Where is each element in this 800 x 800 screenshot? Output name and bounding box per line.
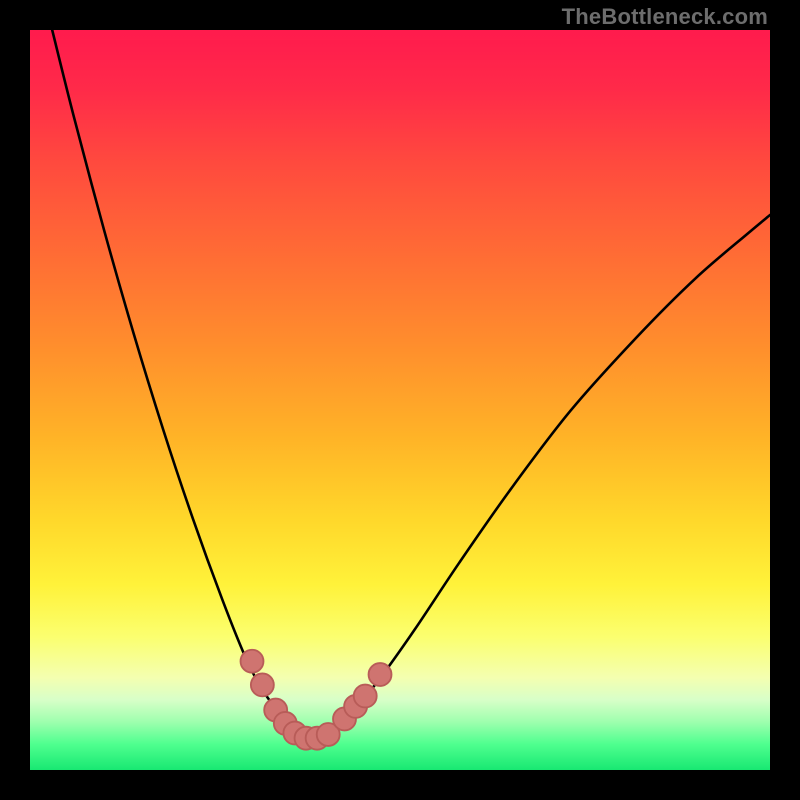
marker-dot — [369, 663, 392, 686]
plot-area — [30, 30, 770, 770]
curve-layer — [30, 30, 770, 770]
bottleneck-curve — [52, 30, 770, 739]
marker-group — [241, 650, 392, 750]
marker-dot — [251, 673, 274, 696]
watermark-text: TheBottleneck.com — [562, 4, 768, 30]
marker-dot — [354, 685, 377, 708]
chart-stage: TheBottleneck.com — [0, 0, 800, 800]
marker-dot — [241, 650, 264, 673]
